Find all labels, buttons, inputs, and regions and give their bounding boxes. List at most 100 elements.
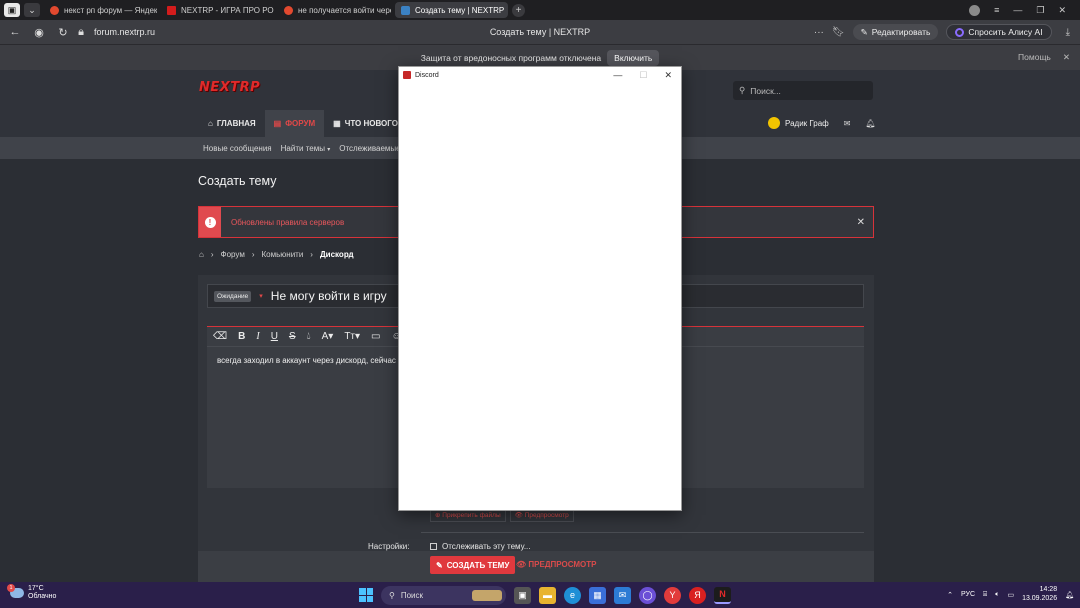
user-menu[interactable]: Радик Граф ✉ 🔔︎ (768, 117, 876, 129)
chevron-up-icon[interactable]: ⌃ (947, 591, 953, 599)
preview-small-label: Предпросмотр (524, 512, 569, 519)
tab-list-chevron-icon[interactable]: ⌄ (24, 3, 40, 17)
discord-popup-window[interactable]: Discord — ☐ ✕ (398, 66, 682, 511)
menu-hamburger-icon[interactable]: ≡ (994, 5, 999, 15)
profile-avatar-icon[interactable] (969, 4, 981, 16)
underline-icon[interactable]: U (271, 331, 278, 342)
discord-window-title: Discord (415, 71, 439, 79)
checkbox-box[interactable] (430, 543, 437, 550)
font-size-icon[interactable]: A▾ (322, 331, 334, 342)
nav-whats-new[interactable]: ▦ ЧТО НОВОГО (324, 110, 407, 137)
tab-yandex-search[interactable]: некст рп форум — Яндекс (44, 2, 157, 18)
shield-icon[interactable]: ◉ (30, 26, 48, 39)
bookmark-icon[interactable]: 🔖︎ (832, 27, 845, 38)
preview-label: ПРЕДПРОСМОТР (528, 560, 597, 569)
weather-widget[interactable]: 1 17°C Облачно (7, 584, 56, 601)
language-indicator[interactable]: РУС (961, 591, 975, 598)
enable-protection-button[interactable]: Включить (607, 49, 660, 66)
mail-app-icon[interactable]: ✉ (614, 586, 631, 604)
url-field[interactable]: forum.nextrp.ru (94, 27, 155, 37)
minimize-icon[interactable]: — (613, 70, 622, 81)
close-infobar-icon[interactable]: ✕ (1063, 52, 1070, 63)
volume-icon[interactable]: 🔈︎ (995, 591, 999, 599)
create-topic-label: СОЗДАТЬ ТЕМУ (446, 560, 510, 570)
settings-label: Настройки: (368, 542, 410, 551)
battery-icon[interactable]: ▭ (1007, 591, 1014, 599)
taskbar-search[interactable]: ⚲ Поиск (381, 585, 506, 605)
nav-home[interactable]: ⌂ ГЛАВНАЯ (199, 110, 265, 137)
yandex-music-icon[interactable]: Y (664, 586, 681, 604)
file-explorer-icon[interactable]: ▬ (539, 586, 556, 604)
time-text: 14:28 (1039, 586, 1058, 593)
more-dots-icon[interactable]: ··· (814, 27, 824, 38)
windows-start-icon[interactable] (359, 588, 373, 602)
edit-sparkle-icon: ✎ (860, 26, 868, 37)
preview-button[interactable]: 👁︎ ПРЕДПРОСМОТР (516, 560, 597, 569)
new-tab-plus-icon[interactable]: + (512, 3, 525, 17)
alice-app-icon[interactable]: ◯ (639, 586, 656, 604)
nextrp-favicon-icon (167, 5, 176, 15)
mail-icon[interactable]: ✉ (844, 119, 851, 128)
close-window-icon[interactable]: ✕ (1058, 5, 1066, 16)
nav-forum[interactable]: ▤ ФОРУМ (264, 110, 325, 137)
yandex-browser-icon[interactable]: Я (689, 586, 706, 604)
reload-icon[interactable]: ↻ (54, 26, 72, 39)
lock-icon: 🔒︎ (78, 25, 84, 38)
help-link[interactable]: Помощь (1018, 52, 1051, 63)
color-drop-icon[interactable]: 💧︎ (307, 331, 311, 342)
attach-label: Прикрепить файлы (442, 512, 501, 519)
avatar (768, 117, 780, 129)
subnav-new-posts[interactable]: Новые сообщения (203, 144, 272, 153)
yandex-favicon-icon (284, 5, 293, 15)
watch-thread-checkbox[interactable]: Отслеживать эту тему... (430, 542, 531, 551)
close-window-icon[interactable]: ✕ (664, 70, 672, 81)
tab-nextrp-game[interactable]: NEXTRP - ИГРА ПРО РОССИЮ (161, 2, 274, 18)
system-tray: ⌃ РУС ⌸ 🔈︎ ▭ 14:28 13.09.2026 🔔︎ (947, 586, 1074, 603)
ask-alice-button[interactable]: Спросить Алису AI (946, 24, 1052, 40)
discord-titlebar[interactable]: Discord — ☐ ✕ (399, 67, 681, 83)
italic-icon[interactable]: I (256, 331, 259, 342)
store-icon[interactable]: ▦ (589, 586, 606, 604)
close-notice-icon[interactable]: ✕ (857, 217, 865, 228)
strikethrough-icon[interactable]: S (289, 331, 296, 342)
image-icon[interactable]: ▭ (371, 331, 380, 342)
subnav-find-topics[interactable]: Найти темы ▾ (281, 144, 331, 153)
chevron-down-icon[interactable]: ▾ (259, 292, 263, 300)
nav-home-label: ГЛАВНАЯ (216, 119, 256, 128)
breadcrumb-community[interactable]: Комьюнити (262, 250, 304, 259)
page-title: Создать тему (198, 174, 277, 188)
back-arrow-icon[interactable]: ← (6, 26, 24, 38)
task-view-icon[interactable]: ▣ (514, 586, 531, 604)
date-text: 13.09.2026 (1022, 594, 1058, 602)
tab-create-topic[interactable]: Создать тему | NEXTRP × (395, 2, 508, 18)
site-logo[interactable]: NEXTRP (199, 80, 260, 95)
edge-browser-icon[interactable]: e (564, 586, 581, 604)
prefix-selector[interactable]: Ожидание (214, 290, 252, 302)
download-icon[interactable]: ⤓ (1066, 27, 1070, 38)
minimize-icon[interactable]: — (1013, 5, 1022, 15)
search-icon: ⚲ (389, 590, 395, 600)
restore-icon[interactable]: ❐ (1036, 5, 1044, 16)
home-icon[interactable]: ⌂ (199, 250, 204, 259)
pencil-icon: ✎ (436, 560, 443, 570)
network-icon[interactable]: ⌸ (983, 591, 987, 599)
notice-text[interactable]: Обновлены правила серверов (231, 218, 344, 227)
edit-button[interactable]: ✎ Редактировать (852, 24, 939, 40)
windows-taskbar: 1 17°C Облачно ⚲ Поиск ▣ ▬ e ▦ ✉ ◯ Y Я N… (0, 582, 1080, 608)
nav-whats-new-label: ЧТО НОВОГО (344, 119, 398, 128)
create-topic-button[interactable]: ✎ СОЗДАТЬ ТЕМУ (430, 556, 516, 574)
tab-login-issue[interactable]: не получается войти через (278, 2, 391, 18)
taskbar-apps: ⚲ Поиск ▣ ▬ e ▦ ✉ ◯ Y Я N (359, 585, 731, 605)
bold-icon[interactable]: B (238, 331, 245, 342)
nextrp-app-icon[interactable]: N (714, 586, 731, 604)
site-search-input[interactable]: ⚲ Поиск... (733, 81, 873, 100)
breadcrumb-discord[interactable]: Дискорд (320, 250, 354, 259)
text-type-icon[interactable]: Tт▾ (344, 331, 360, 342)
subnav-watched[interactable]: Отслеживаемые (339, 144, 400, 153)
browser-menu-icon[interactable]: ▣ (4, 3, 20, 17)
breadcrumb-forum[interactable]: Форум (221, 250, 245, 259)
bell-icon[interactable]: 🔔︎ (865, 119, 875, 128)
clock[interactable]: 14:28 13.09.2026 (1022, 586, 1057, 603)
notifications-bell-icon[interactable]: 🔔︎ (1065, 591, 1074, 599)
eraser-icon[interactable]: ⌫ (213, 331, 227, 342)
